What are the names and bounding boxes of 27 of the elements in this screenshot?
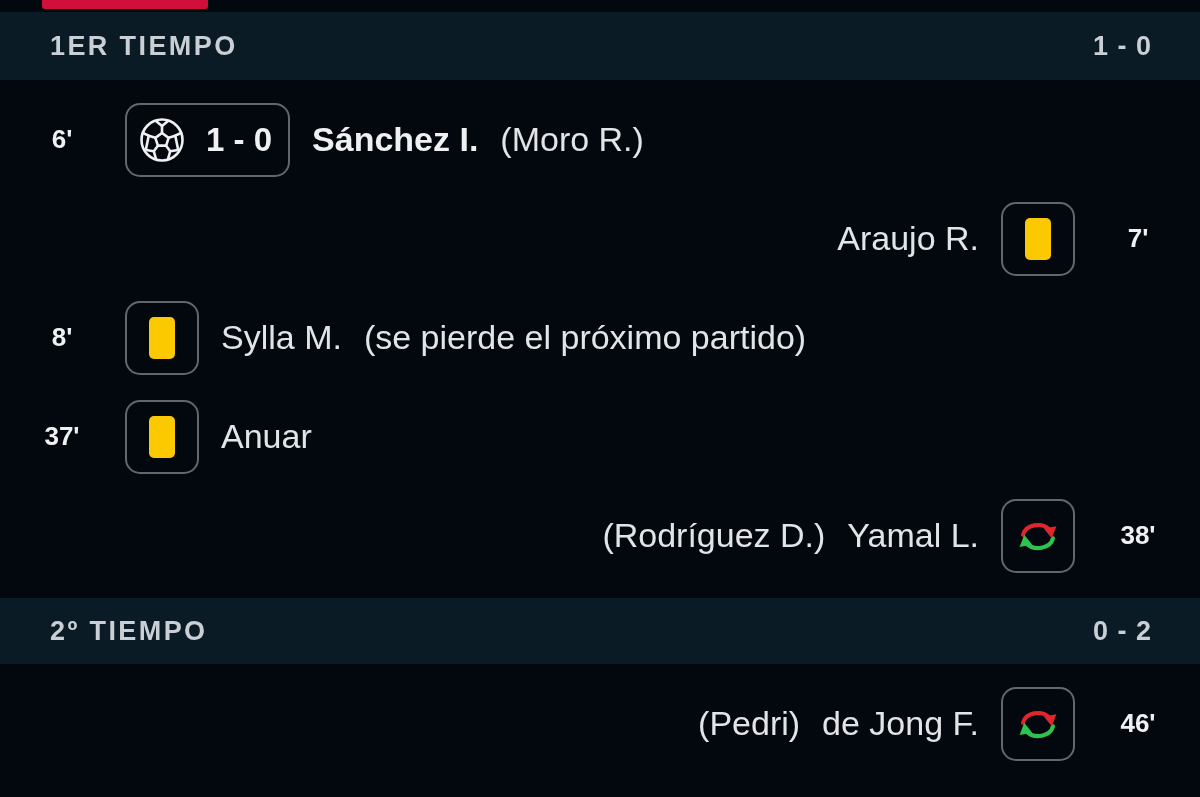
period-title: 1ER TIEMPO — [50, 30, 238, 62]
event-detail: (Pedri) — [698, 704, 801, 743]
player-name: Anuar — [221, 417, 312, 456]
event-minute: 8' — [50, 322, 74, 353]
event-minute: 6' — [50, 124, 74, 155]
goal-score: 1 - 0 — [206, 120, 273, 159]
player-name: Sylla M. — [221, 318, 342, 357]
player-name: de Jong F. — [822, 704, 979, 743]
player-name: Araujo R. — [837, 219, 979, 258]
card-icon — [125, 300, 199, 375]
event-minute: 7' — [1126, 223, 1150, 254]
event-detail: (Moro R.) — [500, 120, 644, 159]
event-detail: (se pierde el próximo partido) — [363, 318, 807, 357]
soccer-ball-icon — [140, 117, 184, 162]
card-icon — [125, 399, 199, 474]
period-score: 0 - 2 — [1092, 615, 1152, 647]
event-detail: (Rodríguez D.) — [602, 516, 826, 555]
player-name: Sánchez I. — [312, 120, 479, 159]
period-title: 2º TIEMPO — [50, 615, 208, 647]
event-minute: 46' — [1119, 708, 1157, 739]
player-name: Yamal L. — [847, 516, 979, 555]
period-score: 1 - 0 — [1092, 30, 1152, 62]
swap-arrows-icon — [1001, 686, 1075, 761]
swap-arrows-icon — [1001, 498, 1075, 573]
event-minute: 38' — [1119, 520, 1157, 551]
card-icon — [1001, 201, 1075, 276]
event-minute: 37' — [43, 421, 81, 452]
